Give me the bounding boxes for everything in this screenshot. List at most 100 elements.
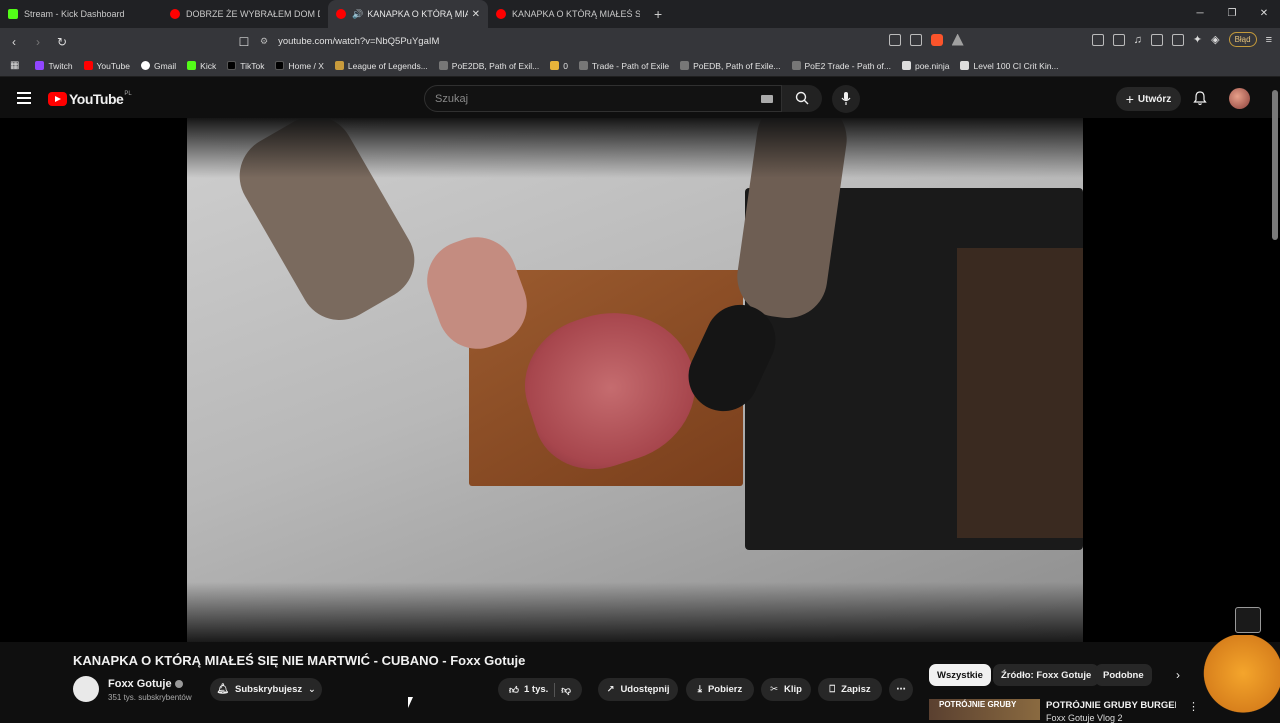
leo-ai-icon[interactable]: ✦ (1193, 33, 1202, 46)
sidebar-icon[interactable] (1150, 33, 1163, 46)
bookmark-poe-ninja[interactable]: poe.ninja (901, 61, 949, 71)
tab-youtube-kanapka-active[interactable]: 🔊 KANAPKA O KTÓRĄ MIAŁEŚ ✕ (328, 0, 488, 28)
scissors-icon: ✂ (770, 684, 778, 695)
reload-icon[interactable]: ↻ (52, 35, 72, 49)
brave-rewards-icon[interactable] (951, 33, 964, 46)
download-label: Pobierz (707, 684, 743, 695)
cast-icon[interactable] (888, 33, 901, 46)
poe-icon (578, 61, 588, 70)
subscribe-button[interactable]: 🔔︎ Subskrybujesz ⌄ (210, 678, 322, 701)
clip-button[interactable]: ✂ Klip (761, 678, 811, 701)
brave-shield-icon[interactable] (930, 33, 943, 46)
bookmark-label: Gmail (153, 60, 177, 71)
address-bar[interactable]: ⚙ youtube.com/watch?v=NbQ5PuYgaIM (228, 31, 980, 52)
save-label: Zapisz (841, 684, 871, 695)
divider (554, 682, 556, 697)
video-player[interactable] (0, 118, 1280, 642)
close-window-icon[interactable]: ✕ (1248, 0, 1280, 28)
hamburger-menu-icon[interactable] (17, 92, 31, 104)
close-tab-icon[interactable]: ✕ (472, 9, 480, 20)
channel-name[interactable]: Foxx Gotuje (108, 678, 183, 690)
tab-title: Stream - Kick Dashboard (24, 9, 125, 19)
share-button[interactable]: ↗ Udostępnij (598, 678, 678, 701)
minimize-icon[interactable]: ─ (1184, 0, 1216, 28)
bookmark-league[interactable]: League of Legends... (334, 61, 428, 71)
clip-label: Klip (784, 684, 802, 695)
browser-tab-strip: Stream - Kick Dashboard DOBRZE ŻE WYBRAŁ… (0, 0, 1280, 28)
recommendation-thumbnail[interactable]: POTRÓJNIE GRUBY (929, 699, 1040, 720)
ninja-icon (901, 61, 911, 70)
youtube-favicon-icon (170, 9, 180, 19)
thumbs-down-icon[interactable]: 👎︎ (561, 684, 571, 696)
bookmark-poe2db[interactable]: PoE2DB, Path of Exil... (438, 61, 539, 71)
site-info-icon[interactable]: ⚙ (260, 36, 268, 47)
search-icon (795, 91, 809, 105)
thumbs-up-icon: 👍︎ (509, 684, 519, 696)
notifications-bell-icon[interactable] (1193, 91, 1207, 106)
restore-icon[interactable]: ❐ (1216, 0, 1248, 28)
bookmark-level100[interactable]: Level 100 CI Crit Kin... (960, 61, 1059, 71)
search-input[interactable] (425, 86, 745, 111)
tab-youtube-dom[interactable]: DOBRZE ŻE WYBRAŁEM DOM DREW (162, 0, 328, 28)
bookmark-twitch[interactable]: Twitch (35, 61, 73, 71)
bookmark-youtube[interactable]: YouTube (83, 60, 130, 71)
channel-avatar[interactable] (73, 676, 99, 702)
apps-grid-icon[interactable]: ▦ (10, 60, 19, 71)
search-box[interactable] (424, 85, 782, 112)
audio-playing-icon[interactable]: 🔊 (352, 9, 363, 20)
youtube-logo[interactable]: YouTube PL (48, 91, 132, 107)
page-scrollbar[interactable] (1272, 90, 1278, 240)
wallet-icon[interactable] (1171, 33, 1184, 46)
filter-chip-related[interactable]: Podobne (1095, 664, 1152, 686)
bookmark-tiktok[interactable]: TikTok (227, 61, 264, 71)
like-button[interactable]: 👍︎ 1 tys. (509, 684, 548, 696)
bookmark-x[interactable]: Home / X (275, 61, 324, 71)
youtube-icon (83, 61, 93, 70)
chevron-down-icon: ⌄ (308, 684, 316, 694)
tab-youtube-kanapka[interactable]: KANAPKA O KTÓRĄ MIAŁEŚ SIĘ NIE (488, 0, 648, 28)
recommendation-title[interactable]: POTRÓJNIE GRUBY BURGER - (1046, 700, 1176, 711)
tab-kick-dashboard[interactable]: Stream - Kick Dashboard (0, 0, 162, 28)
bookmark-poe2-trade[interactable]: PoE2 Trade - Path of... (791, 61, 891, 71)
verified-icon (174, 680, 183, 689)
bookmark-kick[interactable]: Kick (187, 61, 216, 71)
back-icon[interactable]: ‹ (4, 35, 24, 49)
bookmark-folder[interactable]: 0 (550, 61, 568, 71)
video-top-shade (187, 118, 1083, 178)
download-button[interactable]: ⤓ Pobierz (686, 678, 754, 701)
keyboard-icon[interactable] (761, 95, 773, 103)
more-actions-button[interactable]: ⋯ (889, 678, 913, 701)
video-info-section: KANAPKA O KTÓRĄ MIAŁEŚ SIĘ NIE MARTWIĆ -… (0, 642, 1280, 723)
share-icon[interactable] (909, 33, 922, 46)
channel-watermark-icon[interactable] (1235, 607, 1261, 633)
voice-search-button[interactable] (832, 85, 860, 113)
video-frame[interactable] (187, 118, 1083, 642)
recommendation-subtitle: Foxx Gotuje Vlog 2 (1046, 713, 1123, 723)
microphone-icon (841, 92, 851, 105)
extensions-icon[interactable] (1091, 33, 1104, 46)
media-icon[interactable]: ♫ (1134, 34, 1142, 46)
filter-chip-source[interactable]: Źródło: Foxx Gotuje (993, 664, 1100, 686)
bookmark-poedb[interactable]: PoEDB, Path of Exile... (680, 61, 781, 71)
search-button[interactable] (782, 85, 822, 112)
bookmark-label: YouTube (96, 60, 130, 71)
create-button[interactable]: + Utwórz (1116, 87, 1181, 111)
share-icon: ↗ (606, 684, 615, 695)
bookmark-trade-poe[interactable]: Trade - Path of Exile (578, 61, 669, 71)
youtube-wordmark: YouTube (69, 91, 124, 107)
url-text[interactable]: youtube.com/watch?v=NbQ5PuYgaIM (278, 36, 439, 47)
new-tab-button[interactable]: + (654, 6, 662, 22)
folder-icon (550, 61, 560, 70)
user-avatar[interactable] (1229, 88, 1250, 109)
bookmark-label: 0 (563, 60, 568, 71)
save-button[interactable]: ⎕ Zapisz (818, 678, 882, 701)
filter-chip-all[interactable]: Wszystkie (929, 664, 991, 686)
vpn-icon[interactable]: ◈ (1211, 33, 1219, 46)
profile-error-button[interactable]: Błąd (1228, 32, 1257, 47)
subscribe-label: Subskrybujesz (235, 684, 303, 695)
screenshot-icon[interactable] (1112, 33, 1125, 46)
forward-icon[interactable]: › (28, 35, 48, 49)
menu-icon[interactable]: ≡ (1266, 34, 1272, 46)
bookmark-gmail[interactable]: Gmail (140, 60, 177, 71)
chevron-right-icon[interactable]: › (1176, 668, 1180, 682)
